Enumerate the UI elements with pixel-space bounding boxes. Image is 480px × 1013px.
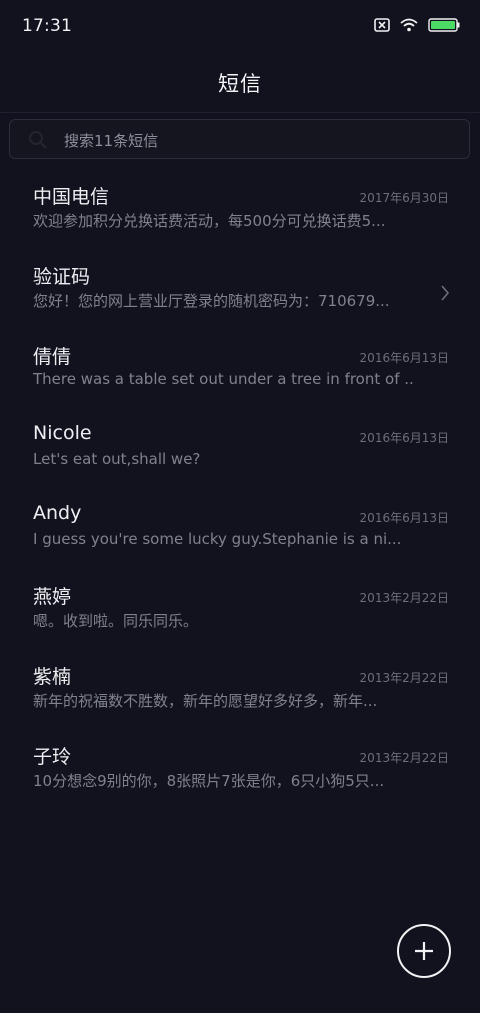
message-item[interactable]: 倩倩 2016年6月13日 There was a table set out … bbox=[0, 333, 480, 413]
message-item[interactable]: Andy 2016年6月13日 I guess you're some luck… bbox=[0, 493, 480, 573]
search-input[interactable]: 搜索11条短信 bbox=[9, 119, 470, 159]
message-sender: Andy bbox=[33, 502, 82, 524]
message-preview: 嗯。收到啦。同乐同乐。 bbox=[33, 612, 199, 630]
message-list: 中国电信 2017年6月30日 欢迎参加积分兑换话费活动，每500分可兑换话费5… bbox=[0, 173, 480, 813]
wifi-icon bbox=[400, 17, 418, 36]
message-preview: 10分想念9别的你，8张照片7张是你，6只小狗5只... bbox=[33, 772, 385, 790]
message-date: 2013年2月22日 bbox=[359, 751, 449, 765]
header-divider bbox=[0, 112, 480, 113]
message-preview: Let's eat out,shall we? bbox=[33, 450, 201, 468]
message-date: 2013年2月22日 bbox=[359, 591, 449, 605]
sim-off-icon bbox=[374, 17, 390, 36]
message-sender: 燕婷 bbox=[33, 586, 72, 608]
plus-icon bbox=[411, 938, 437, 968]
message-sender: 中国电信 bbox=[33, 186, 110, 208]
message-sender: 紫楠 bbox=[33, 666, 72, 688]
status-icons bbox=[374, 17, 460, 36]
message-date: 2016年6月13日 bbox=[359, 431, 449, 445]
message-sender: Nicole bbox=[33, 422, 92, 444]
message-item[interactable]: 验证码 您好！您的网上营业厅登录的随机密码为：710679... bbox=[0, 253, 480, 333]
new-message-button[interactable] bbox=[397, 924, 451, 978]
message-preview: I guess you're some lucky guy.Stephanie … bbox=[33, 530, 402, 548]
page-title: 短信 bbox=[218, 72, 262, 96]
message-sender: 倩倩 bbox=[33, 346, 72, 368]
message-item[interactable]: 中国电信 2017年6月30日 欢迎参加积分兑换话费活动，每500分可兑换话费5… bbox=[0, 173, 480, 253]
message-item[interactable]: 子玲 2013年2月22日 10分想念9别的你，8张照片7张是你，6只小狗5只.… bbox=[0, 733, 480, 813]
message-date: 2013年2月22日 bbox=[359, 671, 449, 685]
status-bar: 17:31 bbox=[0, 0, 480, 54]
message-sender: 子玲 bbox=[33, 746, 72, 768]
message-item[interactable]: 燕婷 2013年2月22日 嗯。收到啦。同乐同乐。 bbox=[0, 573, 480, 653]
message-preview: There was a table set out under a tree i… bbox=[33, 370, 413, 388]
messages-screen: 17:31 短信 搜索11条短信 中国电信 2017年6月30日 欢迎参加积分兑… bbox=[0, 0, 480, 1013]
chevron-right-icon bbox=[440, 285, 450, 305]
message-sender: 验证码 bbox=[33, 266, 91, 288]
message-date: 2016年6月13日 bbox=[359, 511, 449, 525]
message-preview: 您好！您的网上营业厅登录的随机密码为：710679... bbox=[33, 292, 390, 310]
battery-icon bbox=[428, 17, 460, 36]
message-item[interactable]: 紫楠 2013年2月22日 新年的祝福数不胜数，新年的愿望好多好多，新年... bbox=[0, 653, 480, 733]
search-placeholder: 搜索11条短信 bbox=[64, 132, 159, 150]
message-date: 2017年6月30日 bbox=[359, 191, 449, 205]
search-icon bbox=[28, 130, 48, 154]
message-preview: 新年的祝福数不胜数，新年的愿望好多好多，新年... bbox=[33, 692, 378, 710]
message-date: 2016年6月13日 bbox=[359, 351, 449, 365]
status-time: 17:31 bbox=[22, 16, 72, 36]
message-item[interactable]: Nicole 2016年6月13日 Let's eat out,shall we… bbox=[0, 413, 480, 493]
message-preview: 欢迎参加积分兑换话费活动，每500分可兑换话费5... bbox=[33, 212, 386, 230]
